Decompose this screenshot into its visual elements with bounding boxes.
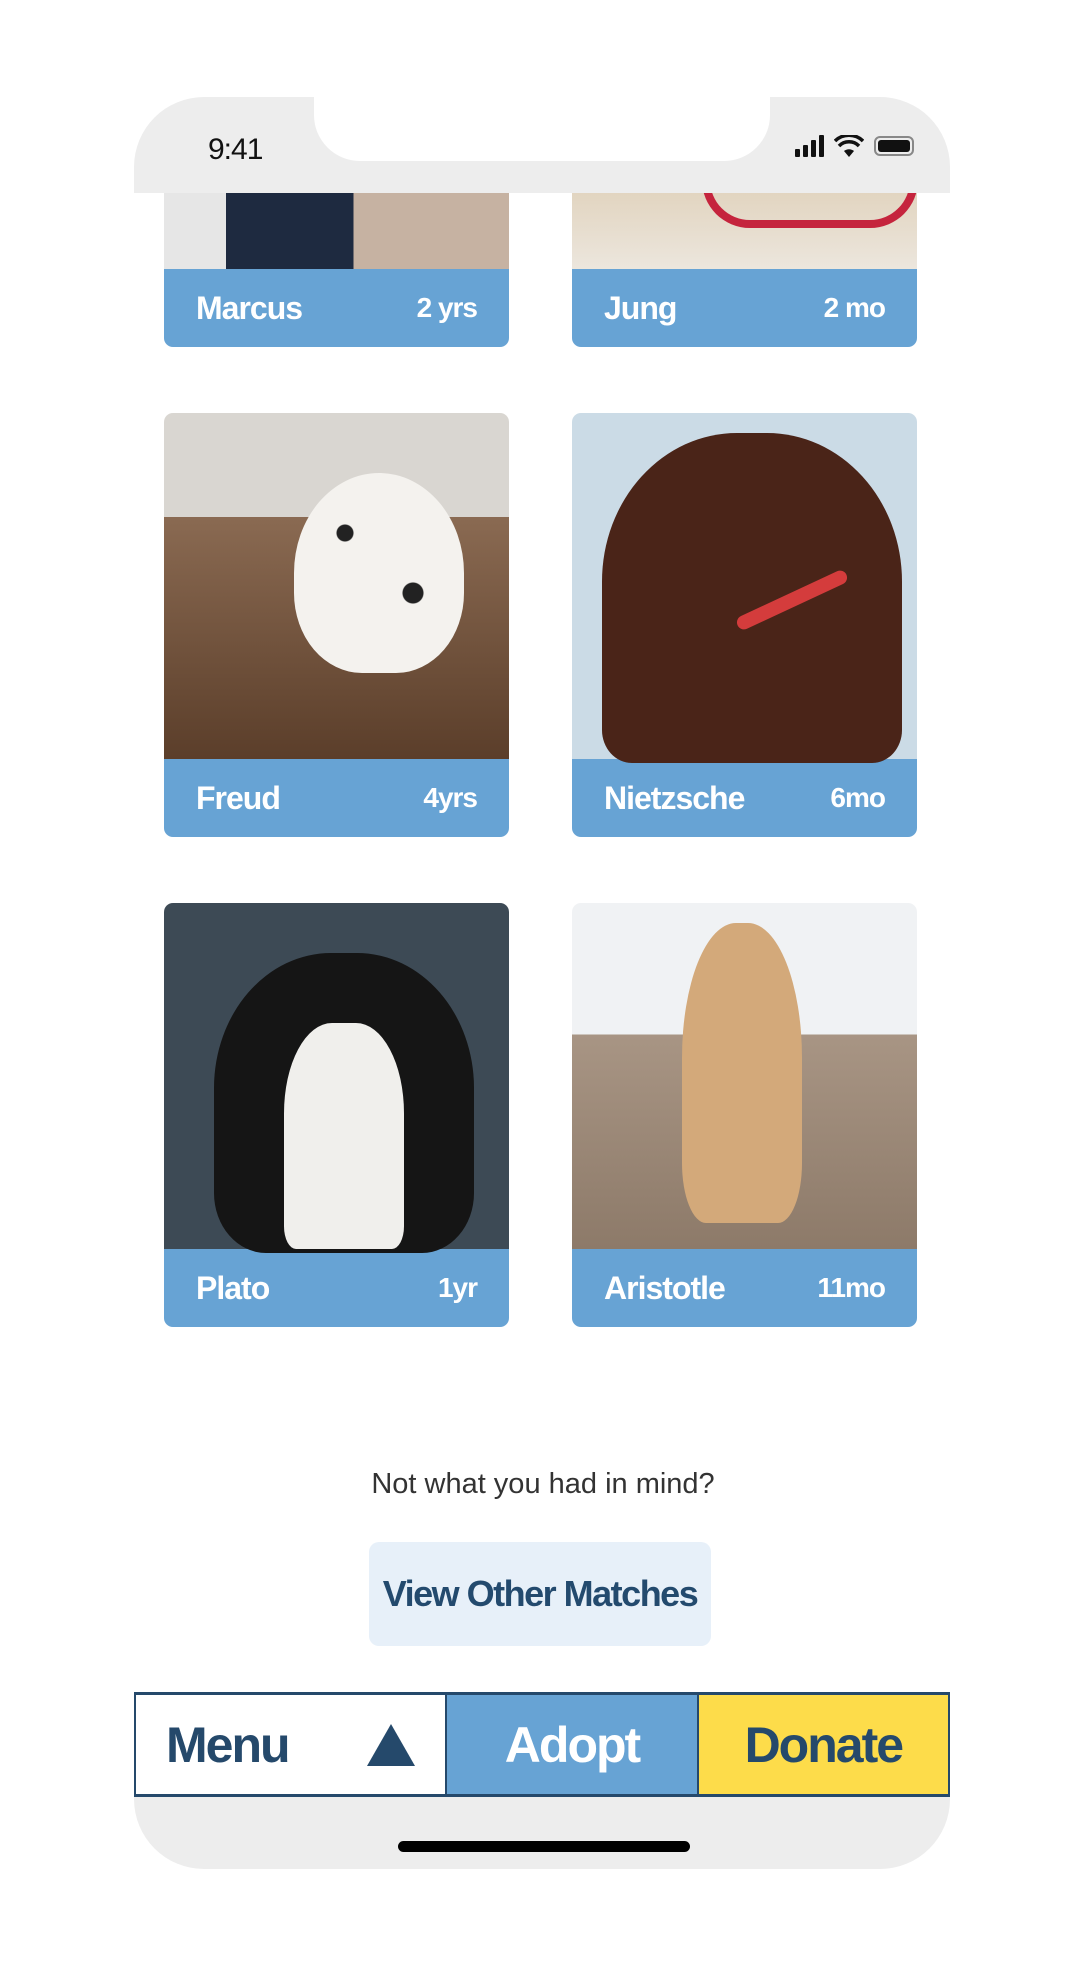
cellular-signal-icon [795,135,824,157]
triangle-up-icon [367,1723,416,1766]
prompt-text: Not what you had in mind? [371,1468,715,1500]
adopt-button[interactable]: Adopt [445,1695,697,1794]
pet-name: Freud [196,779,281,816]
pet-photo [572,903,917,1249]
menu-label: Menu [166,1716,291,1773]
battery-icon [874,136,914,156]
pet-name: Aristotle [604,1269,726,1306]
status-time: 9:41 [208,133,263,166]
pet-age: 4yrs [423,782,478,813]
pet-age: 2 yrs [416,292,478,323]
pet-name: Marcus [196,289,303,326]
pet-age: 6mo [830,782,886,813]
home-indicator[interactable] [398,1841,690,1852]
notch [314,95,770,161]
pet-age: 11mo [817,1272,886,1303]
pet-card[interactable]: Nietzsche 6mo [572,413,917,837]
pet-age: 2 mo [823,292,886,323]
menu-button[interactable]: Menu [134,1695,446,1794]
pet-name: Plato [196,1269,270,1306]
pet-photo [164,413,509,759]
pet-card[interactable]: Freud 4yrs [164,413,509,837]
pet-card[interactable]: Aristotle 11mo [572,903,917,1327]
bottom-nav: Menu Adopt Donate [134,1692,950,1797]
view-other-matches-button[interactable]: View Other Matches [369,1542,711,1646]
pet-photo [572,413,917,763]
wifi-icon [834,135,864,157]
pet-card[interactable]: Plato 1yr [164,903,509,1327]
pet-name: Nietzsche [604,779,745,816]
donate-button[interactable]: Donate [696,1695,950,1794]
phone-bottom-bar [134,1797,950,1869]
pet-photo [164,903,509,1253]
status-bar: 9:41 [134,95,950,193]
pet-name: Jung [604,289,677,326]
pet-age: 1yr [437,1272,478,1303]
